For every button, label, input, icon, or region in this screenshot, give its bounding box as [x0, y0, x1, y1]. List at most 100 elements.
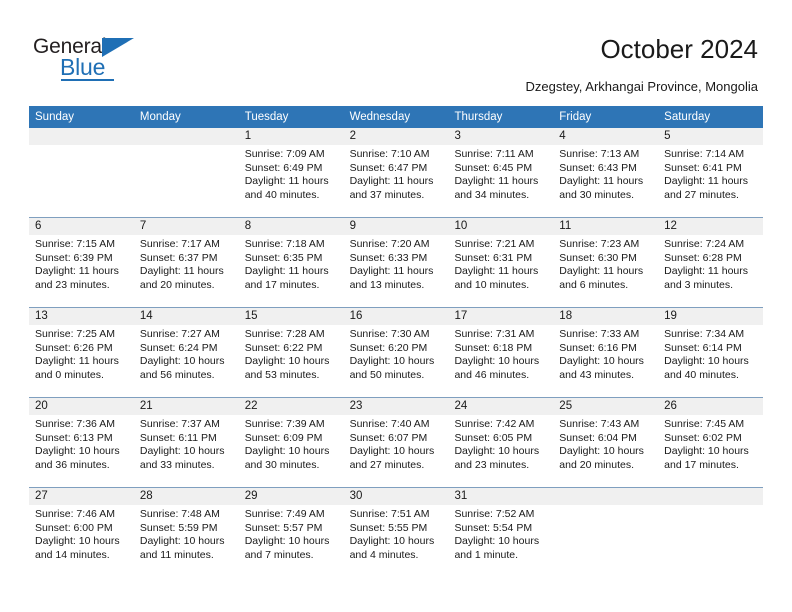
- day-detail-line: and 3 minutes.: [664, 278, 734, 291]
- day-detail-line: Sunset: 5:59 PM: [139, 521, 218, 534]
- day-details: Sunrise: 7:37 AM Sunset: 6:11 PM Daylight:…: [134, 415, 239, 472]
- weekday-header-thursday: Thursday: [454, 111, 503, 123]
- day-detail-line: Sunset: 6:35 PM: [244, 251, 323, 264]
- day-detail-line: Sunrise: 7:34 AM: [664, 328, 745, 340]
- day-detail-line: Sunrise: 7:49 AM: [244, 508, 325, 520]
- day-detail-line: and 40 minutes.: [244, 188, 320, 201]
- day-detail-line: Sunrise: 7:31 AM: [454, 328, 535, 340]
- day-cell[interactable]: 31 Sunrise: 7:52 AM Sunset: 5:54 PM Dayligh…: [448, 488, 554, 577]
- day-number: 25: [553, 398, 659, 415]
- day-detail-line: Sunrise: 7:51 AM: [349, 508, 430, 520]
- day-detail-line: Sunset: 6:20 PM: [349, 341, 428, 354]
- day-number: 15: [238, 308, 344, 325]
- day-cell[interactable]: 18 Sunrise: 7:33 AM Sunset: 6:16 PM Dayligh…: [553, 308, 659, 397]
- day-detail-line: Daylight: 10 hours: [349, 355, 435, 368]
- day-detail-line: Sunset: 6:28 PM: [664, 251, 742, 264]
- day-detail-line: Daylight: 10 hours: [244, 535, 330, 548]
- calendar-page: General Blue October 2024 Dzegstey, Arkh…: [0, 0, 792, 612]
- day-number: 10: [448, 218, 554, 235]
- day-details: Sunrise: 7:27 AM Sunset: 6:24 PM Daylight:…: [134, 325, 239, 382]
- day-cell[interactable]: 14 Sunrise: 7:27 AM Sunset: 6:24 PM Dayligh…: [133, 308, 239, 397]
- day-number: [553, 488, 659, 505]
- day-cell[interactable]: 12 Sunrise: 7:24 AM Sunset: 6:28 PM Dayligh…: [658, 218, 764, 307]
- day-number: 26: [658, 398, 764, 415]
- day-number: 23: [343, 398, 449, 415]
- day-cell[interactable]: 16 Sunrise: 7:30 AM Sunset: 6:20 PM Dayligh…: [343, 308, 449, 397]
- day-detail-line: and 43 minutes.: [559, 368, 635, 381]
- day-number: 19: [658, 308, 764, 325]
- calendar-week-cells: 27 Sunrise: 7:46 AM Sunset: 6:00 PM Dayligh…: [29, 488, 764, 577]
- day-cell[interactable]: 25 Sunrise: 7:43 AM Sunset: 6:04 PM Dayligh…: [553, 398, 659, 487]
- day-detail-line: and 30 minutes.: [559, 188, 635, 201]
- weekday-header-sunday: Sunday: [35, 111, 75, 123]
- day-detail-line: Sunrise: 7:14 AM: [664, 148, 745, 160]
- day-detail-line: Daylight: 11 hours: [349, 175, 434, 188]
- day-detail-line: Daylight: 10 hours: [244, 355, 330, 368]
- day-cell[interactable]: 13 Sunrise: 7:25 AM Sunset: 6:26 PM Dayligh…: [29, 308, 134, 397]
- day-cell[interactable]: 26 Sunrise: 7:45 AM Sunset: 6:02 PM Dayligh…: [658, 398, 764, 487]
- day-cell[interactable]: 4 Sunrise: 7:13 AM Sunset: 6:43 PM Daylight…: [553, 128, 659, 217]
- day-cell[interactable]: 17 Sunrise: 7:31 AM Sunset: 6:18 PM Dayligh…: [448, 308, 554, 397]
- day-detail-line: Daylight: 11 hours: [35, 355, 119, 368]
- day-detail-line: and 13 minutes.: [349, 278, 425, 291]
- day-detail-line: Sunset: 5:57 PM: [244, 521, 323, 534]
- day-detail-line: Sunset: 6:37 PM: [139, 251, 218, 264]
- day-detail-line: Sunset: 6:00 PM: [35, 521, 113, 534]
- day-detail-line: Sunset: 6:43 PM: [559, 161, 637, 174]
- day-details: Sunrise: 7:42 AM Sunset: 6:05 PM Daylight:…: [448, 415, 553, 472]
- day-number: 22: [238, 398, 344, 415]
- day-cell[interactable]: 5 Sunrise: 7:14 AM Sunset: 6:41 PM Daylight…: [658, 128, 764, 217]
- day-cell[interactable]: 20 Sunrise: 7:36 AM Sunset: 6:13 PM Dayligh…: [29, 398, 134, 487]
- day-cell-empty: [133, 128, 239, 217]
- day-cell[interactable]: 19 Sunrise: 7:34 AM Sunset: 6:14 PM Dayligh…: [658, 308, 764, 397]
- day-cell[interactable]: 22 Sunrise: 7:39 AM Sunset: 6:09 PM Dayligh…: [238, 398, 344, 487]
- day-details: Sunrise: 7:15 AM Sunset: 6:39 PM Daylight:…: [29, 235, 134, 292]
- day-number: 18: [553, 308, 659, 325]
- day-cell[interactable]: 2 Sunrise: 7:10 AM Sunset: 6:47 PM Daylight…: [343, 128, 449, 217]
- day-cell[interactable]: 8 Sunrise: 7:18 AM Sunset: 6:35 PM Daylight…: [238, 218, 344, 307]
- day-details: Sunrise: 7:18 AM Sunset: 6:35 PM Daylight:…: [239, 235, 344, 292]
- day-details: Sunrise: 7:10 AM Sunset: 6:47 PM Daylight:…: [344, 145, 449, 202]
- day-cell[interactable]: 30 Sunrise: 7:51 AM Sunset: 5:55 PM Dayligh…: [343, 488, 449, 577]
- day-cell[interactable]: 1 Sunrise: 7:09 AM Sunset: 6:49 PM Daylight…: [238, 128, 344, 217]
- day-detail-line: Sunset: 6:26 PM: [35, 341, 113, 354]
- day-detail-line: and 7 minutes.: [244, 548, 314, 561]
- day-cell[interactable]: 10 Sunrise: 7:21 AM Sunset: 6:31 PM Dayligh…: [448, 218, 554, 307]
- day-cell[interactable]: 24 Sunrise: 7:42 AM Sunset: 6:05 PM Dayligh…: [448, 398, 554, 487]
- day-number: 6: [29, 218, 134, 235]
- logo-text-blue: Blue: [60, 54, 106, 80]
- day-detail-line: Sunset: 6:13 PM: [35, 431, 113, 444]
- day-number: 24: [448, 398, 554, 415]
- day-number: 7: [133, 218, 239, 235]
- day-cell[interactable]: 29 Sunrise: 7:49 AM Sunset: 5:57 PM Dayligh…: [238, 488, 344, 577]
- day-cell[interactable]: 9 Sunrise: 7:20 AM Sunset: 6:33 PM Daylight…: [343, 218, 449, 307]
- day-cell[interactable]: 11 Sunrise: 7:23 AM Sunset: 6:30 PM Dayligh…: [553, 218, 659, 307]
- day-number: 20: [29, 398, 134, 415]
- day-cell[interactable]: 27 Sunrise: 7:46 AM Sunset: 6:00 PM Dayligh…: [29, 488, 134, 577]
- day-detail-line: Sunrise: 7:09 AM: [244, 148, 325, 160]
- day-cell[interactable]: 21 Sunrise: 7:37 AM Sunset: 6:11 PM Dayligh…: [133, 398, 239, 487]
- day-detail-line: Daylight: 10 hours: [35, 535, 120, 548]
- day-detail-line: Sunset: 6:33 PM: [349, 251, 428, 264]
- day-detail-line: and 23 minutes.: [454, 458, 530, 471]
- day-detail-line: and 17 minutes.: [664, 458, 739, 471]
- day-cell[interactable]: 28 Sunrise: 7:48 AM Sunset: 5:59 PM Dayligh…: [133, 488, 239, 577]
- day-detail-line: Sunrise: 7:36 AM: [35, 418, 115, 430]
- day-detail-line: and 34 minutes.: [454, 188, 530, 201]
- day-detail-line: Sunrise: 7:40 AM: [349, 418, 430, 430]
- day-number: 9: [343, 218, 449, 235]
- page-header: General Blue October 2024 Dzegstey, Arkh…: [0, 0, 792, 98]
- day-detail-line: Daylight: 11 hours: [454, 265, 539, 278]
- calendar-week-row: 1 Sunrise: 7:09 AM Sunset: 6:49 PM Daylight…: [29, 128, 764, 217]
- day-cell[interactable]: 15 Sunrise: 7:28 AM Sunset: 6:22 PM Dayligh…: [238, 308, 344, 397]
- day-detail-line: Sunrise: 7:28 AM: [244, 328, 325, 340]
- day-details: Sunrise: 7:40 AM Sunset: 6:07 PM Daylight:…: [344, 415, 449, 472]
- page-title: October 2024: [600, 34, 758, 64]
- day-cell[interactable]: 23 Sunrise: 7:40 AM Sunset: 6:07 PM Dayligh…: [343, 398, 449, 487]
- day-detail-line: Sunrise: 7:25 AM: [35, 328, 115, 340]
- day-cell[interactable]: 6 Sunrise: 7:15 AM Sunset: 6:39 PM Daylight…: [29, 218, 134, 307]
- day-details: Sunrise: 7:20 AM Sunset: 6:33 PM Daylight:…: [344, 235, 449, 292]
- day-number: 3: [448, 128, 554, 145]
- day-cell[interactable]: 7 Sunrise: 7:17 AM Sunset: 6:37 PM Daylight…: [133, 218, 239, 307]
- day-cell[interactable]: 3 Sunrise: 7:11 AM Sunset: 6:45 PM Daylight…: [448, 128, 554, 217]
